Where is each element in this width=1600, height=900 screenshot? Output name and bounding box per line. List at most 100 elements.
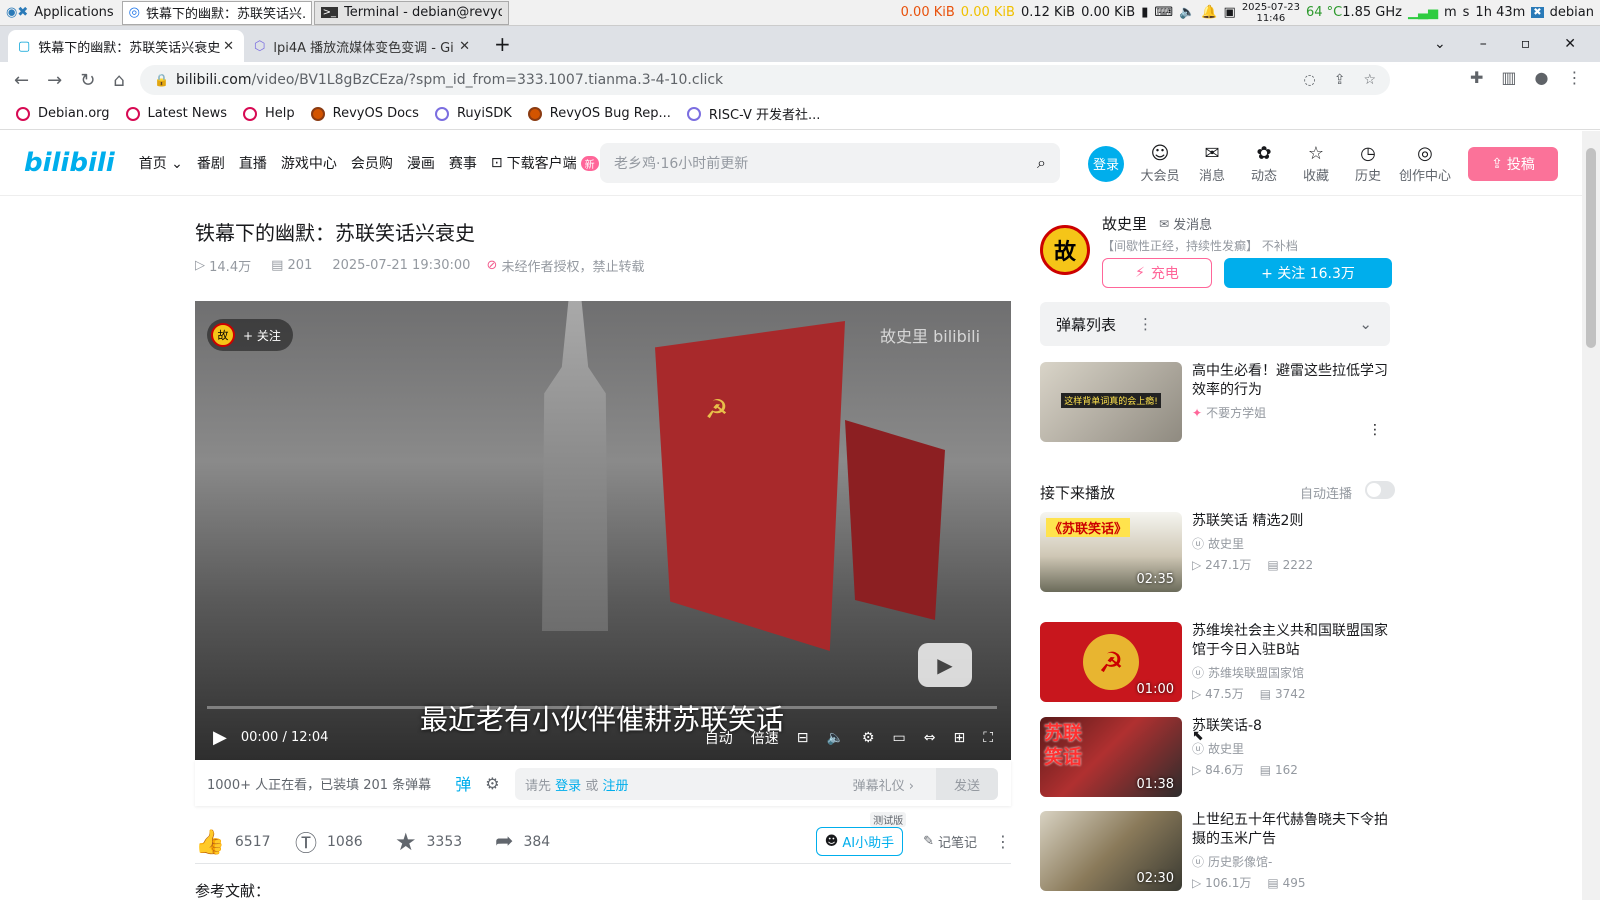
share-icon[interactable]: ⇪	[1334, 72, 1346, 88]
danmaku-etiquette-link[interactable]: 弹幕礼仪 ›	[853, 775, 914, 794]
upload-button[interactable]: ⇪ 投稿	[1468, 146, 1558, 181]
rec-card[interactable]: 02:30 上世纪五十年代赫鲁晓夫下令拍摄的玉米广告 ⓤ 历史影像馆- ▷ 106…	[1040, 811, 1390, 891]
header-history[interactable]: ◷ 历史	[1342, 143, 1394, 184]
minimize-icon[interactable]: –	[1480, 36, 1487, 52]
new-tab-plus-icon[interactable]: +	[494, 32, 511, 56]
header-messages[interactable]: ✉ 消息	[1186, 143, 1238, 184]
quality-button[interactable]: 自动	[705, 728, 733, 748]
pip-icon[interactable]: ▭	[892, 730, 905, 746]
login-avatar-button[interactable]: 登录	[1088, 145, 1124, 182]
header-vip[interactable]: ☺ 大会员	[1134, 143, 1186, 184]
progress-bar[interactable]	[207, 706, 997, 709]
kebab-icon[interactable]: ⋮	[1138, 315, 1153, 333]
header-dynamics[interactable]: ✿ 动态	[1238, 143, 1290, 184]
nav-esports[interactable]: 赛事	[449, 153, 477, 173]
widescreen-icon[interactable]: ⇔	[924, 730, 936, 746]
settings-icon[interactable]: ⚙	[862, 730, 875, 746]
nav-shop[interactable]: 会员购	[351, 153, 393, 173]
bookmark-revyos-docs[interactable]: RevyOS Docs	[310, 106, 419, 121]
rec-card[interactable]: 《苏联笑话》 02:35 苏联笑话 精选2则 ⓤ 故史里 ▷ 247.1万 ▤ 22…	[1040, 512, 1390, 592]
home-icon[interactable]: ⌂	[113, 70, 124, 91]
close-icon[interactable]: ✕	[459, 39, 470, 54]
ai-assistant-button[interactable]: ☻ AI小助手 测试版	[815, 812, 907, 856]
uploader-name[interactable]: 故史里	[1102, 213, 1147, 234]
reload-icon[interactable]: ↻	[80, 70, 95, 91]
side-panel-icon[interactable]: ▥	[1501, 68, 1516, 87]
play-icon[interactable]: ▶	[213, 727, 227, 748]
like-button[interactable]: 👍 6517	[195, 828, 295, 856]
danmaku-login-link[interactable]: 登录	[555, 775, 581, 794]
danmaku-settings-icon[interactable]: ⚙	[485, 774, 499, 793]
danmaku-toggle-icon[interactable]: 弹	[455, 771, 471, 795]
share-button[interactable]: ➦ 384	[495, 829, 595, 854]
web-fullscreen-icon[interactable]: ⊞	[953, 730, 965, 746]
tab-gitee[interactable]: ⬡ lpi4A 播放流媒体变色变调 - Gi ✕	[244, 30, 480, 62]
volume-icon[interactable]: 🔈	[1179, 5, 1195, 20]
clipboard-icon[interactable]: ▣	[1224, 5, 1236, 20]
signal-icon[interactable]: ▮	[1141, 5, 1148, 20]
close-icon[interactable]: ✕	[223, 39, 234, 54]
keyboard-icon[interactable]: ⌨	[1154, 5, 1173, 20]
applications-menu[interactable]: ◉✖ Applications	[0, 0, 120, 26]
search-icon[interactable]: ⌕	[1037, 153, 1046, 173]
autoplay-toggle[interactable]	[1365, 481, 1395, 499]
star-icon[interactable]: ☆	[1363, 72, 1376, 88]
header-favorites[interactable]: ☆ 收藏	[1290, 143, 1342, 184]
follow-button[interactable]: + 关注 16.3万	[1224, 258, 1392, 288]
maximize-icon[interactable]: ▫	[1521, 36, 1531, 52]
user-name[interactable]: debian	[1550, 5, 1594, 20]
bookmark-revyos-bug[interactable]: RevyOS Bug Rep...	[527, 106, 671, 121]
bookmark-ruyisdk[interactable]: RuyiSDK	[434, 106, 512, 121]
kebab-icon[interactable]: ⋮	[1368, 422, 1382, 438]
more-kebab-icon[interactable]: ⋮	[995, 832, 1011, 851]
taskbar-window-browser[interactable]: ◎ 铁幕下的幽默：苏联笑话兴...	[121, 0, 312, 25]
forward-icon[interactable]: →	[47, 70, 62, 91]
nav-live[interactable]: 直播	[239, 153, 267, 173]
player-follow-button[interactable]: 故 + 关注	[207, 319, 293, 351]
danmaku-list-panel[interactable]: 弹幕列表 ⋮ ⌄	[1040, 302, 1390, 346]
profile-icon[interactable]: ●	[1535, 68, 1549, 87]
bilibili-logo[interactable]: bilibili	[24, 148, 115, 178]
tab-search-chevron-icon[interactable]: ⌄	[1434, 36, 1446, 52]
coin-button[interactable]: Ⓣ 1086	[295, 826, 395, 858]
nav-home[interactable]: 首页 ⌄	[139, 153, 183, 173]
scrollbar-thumb[interactable]	[1586, 148, 1596, 348]
address-bar[interactable]: 🔒 bilibili.com/video/BV1L8gBzCEza/?spm_i…	[140, 65, 1390, 95]
eye-off-icon[interactable]: ◌	[1303, 72, 1315, 88]
uploader-avatar[interactable]: 故	[1040, 225, 1090, 275]
taskbar-window-terminal[interactable]: >_ Terminal - debian@revyos...	[313, 0, 509, 25]
tab-bilibili[interactable]: ▢ 铁幕下的幽默：苏联笑话兴衰史 ✕	[8, 30, 244, 62]
back-icon[interactable]: ←	[14, 70, 29, 91]
danmaku-send-button[interactable]: 发送	[936, 768, 998, 800]
bookmark-riscv[interactable]: RISC-V 开发者社...	[686, 104, 820, 123]
nav-games[interactable]: 游戏中心	[281, 153, 337, 173]
speed-button[interactable]: 倍速	[751, 728, 779, 748]
search-input[interactable]: 老乡鸡·16小时前更新 ⌕	[600, 143, 1060, 183]
send-message-link[interactable]: 发消息	[1173, 214, 1212, 233]
danmaku-input[interactable]: 请先 登录 或 注册 弹幕礼仪 › 发送	[515, 768, 998, 800]
subtitle-icon[interactable]: ⊟	[797, 730, 809, 746]
favorite-button[interactable]: ★ 3353	[395, 828, 495, 856]
fullscreen-icon[interactable]: ⛶	[983, 730, 993, 746]
bookmark-help[interactable]: Help	[242, 106, 295, 121]
rec-card[interactable]: ☭ 01:00 苏维埃社会主义共和国联盟国家馆于今日入驻B站 ⓤ 苏维埃联盟国家馆…	[1040, 622, 1390, 702]
clock[interactable]: 2025-07-23 11:46	[1242, 2, 1300, 24]
bookmark-debian[interactable]: Debian.org	[16, 106, 110, 121]
danmaku-register-link[interactable]: 注册	[602, 775, 628, 794]
bookmark-news[interactable]: Latest News	[125, 106, 227, 121]
window-close-icon[interactable]: ✕	[1564, 36, 1576, 52]
ad-card[interactable]: 这样背单词真的会上瘾! 高中生必看！避雷这些拉低学习效率的行为 ✦ 不要方学姐 ⋮	[1040, 362, 1390, 442]
rec-card[interactable]: 苏联笑话 01:38 苏联笑话-8 ⓤ 故史里 ▷ 84.6万 ▤ 162	[1040, 717, 1390, 797]
notes-button[interactable]: ✎ 记笔记	[923, 832, 977, 851]
nav-download-client[interactable]: ⊡ 下载客户端 新	[491, 153, 599, 173]
bell-icon[interactable]: 🔔	[1201, 5, 1217, 20]
chevron-down-icon[interactable]: ⌄	[1359, 315, 1372, 333]
tv-play-icon[interactable]: ▶	[918, 643, 972, 687]
extensions-icon[interactable]: ✚	[1470, 68, 1483, 87]
nav-anime[interactable]: 番剧	[197, 153, 225, 173]
header-creator[interactable]: ◎ 创作中心	[1394, 143, 1456, 184]
volume-icon[interactable]: 🔈	[826, 730, 843, 746]
charge-button[interactable]: ⚡ 充电	[1102, 258, 1212, 288]
nav-manga[interactable]: 漫画	[407, 153, 435, 173]
menu-kebab-icon[interactable]: ⋮	[1567, 68, 1583, 87]
